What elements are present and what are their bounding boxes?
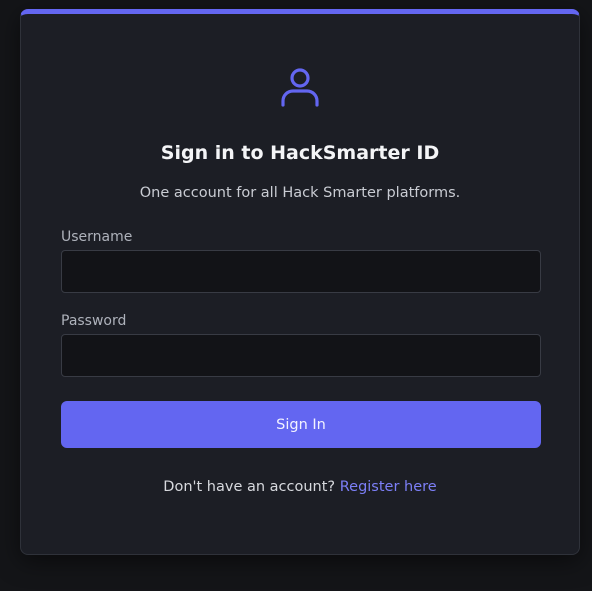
- password-input[interactable]: [61, 334, 541, 377]
- username-input[interactable]: [61, 250, 541, 293]
- username-label: Username: [61, 229, 133, 245]
- register-prompt: Don't have an account? Register here: [21, 476, 579, 498]
- register-prompt-text: Don't have an account?: [163, 479, 336, 495]
- login-card: Sign in to HackSmarter ID One account fo…: [20, 9, 580, 555]
- register-link[interactable]: Register here: [340, 479, 437, 495]
- page-title: Sign in to HackSmarter ID: [160, 142, 440, 164]
- password-label: Password: [61, 313, 127, 329]
- user-icon-container: [21, 66, 579, 110]
- page-subtitle: One account for all Hack Smarter platfor…: [139, 185, 461, 201]
- sign-in-button[interactable]: Sign In: [61, 401, 541, 448]
- user-icon: [278, 66, 322, 110]
